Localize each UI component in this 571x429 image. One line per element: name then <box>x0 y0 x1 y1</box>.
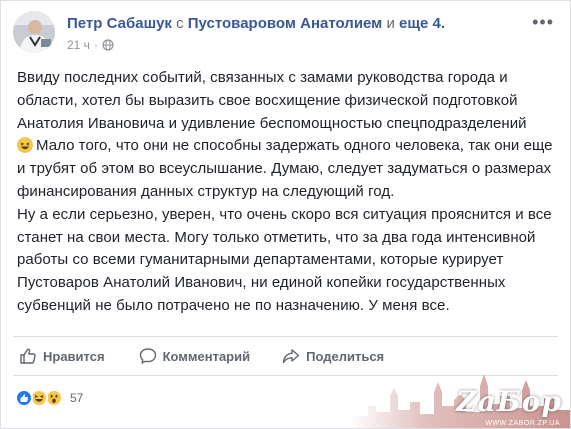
reactions-count[interactable]: 57 <box>70 391 83 405</box>
post-body: Ввиду последних событий, связанных с зам… <box>17 67 553 318</box>
globe-icon <box>102 39 114 51</box>
separator: · <box>93 38 98 52</box>
like-label: Нравится <box>43 348 105 364</box>
post-paragraph-1: Ввиду последних событий, связанных с зам… <box>17 67 553 204</box>
post-header: Петр Сабашук с Пустоваровом Анатолием и … <box>13 11 558 57</box>
author-avatar[interactable] <box>13 11 55 53</box>
and-label: и <box>386 15 395 32</box>
with-label: с <box>176 15 184 32</box>
watermark-url: WWW.ZABOR.ZP.UA <box>485 420 560 427</box>
post-card: Петр Сабашук с Пустоваровом Анатолием и … <box>0 0 571 429</box>
comment-icon <box>139 348 156 364</box>
share-label: Поделиться <box>306 348 385 364</box>
thumbs-up-icon <box>20 348 36 364</box>
post-timestamp[interactable]: 21 ч <box>67 38 90 52</box>
tagged-others-link[interactable]: еще 4. <box>399 15 445 32</box>
paragraph-1-text: Ввиду последних событий, связанных с зам… <box>17 69 527 132</box>
laughing-emoji-icon <box>17 137 33 154</box>
actions-top-divider <box>13 336 558 337</box>
reactions-summary[interactable]: 57 <box>15 389 83 407</box>
post-paragraph-2: Ну а если серьезно, уверен, что очень ск… <box>17 205 552 314</box>
share-icon <box>282 349 300 364</box>
post-meta: 21 ч · <box>67 38 114 52</box>
watermark: ZaБор WWW.ZABOR.ZP.UA <box>350 366 570 428</box>
comment-label: Комментарий <box>162 348 251 364</box>
comment-button[interactable]: Комментарий <box>133 340 257 372</box>
tagged-person-link[interactable]: Пустоваровом Анатолием <box>188 15 383 32</box>
more-options-button[interactable]: ••• <box>532 12 554 32</box>
like-button[interactable]: Нравится <box>13 340 111 372</box>
post-author-line: Петр Сабашук с Пустоваровом Анатолием и … <box>67 15 445 33</box>
paragraph-1-continued: Мало того, что они не способны задержать… <box>17 137 553 200</box>
more-options-icon: ••• <box>532 12 554 32</box>
author-name-link[interactable]: Петр Сабашук <box>67 15 172 32</box>
like-icon <box>15 389 33 407</box>
watermark-brand: ZaБор <box>456 385 562 418</box>
